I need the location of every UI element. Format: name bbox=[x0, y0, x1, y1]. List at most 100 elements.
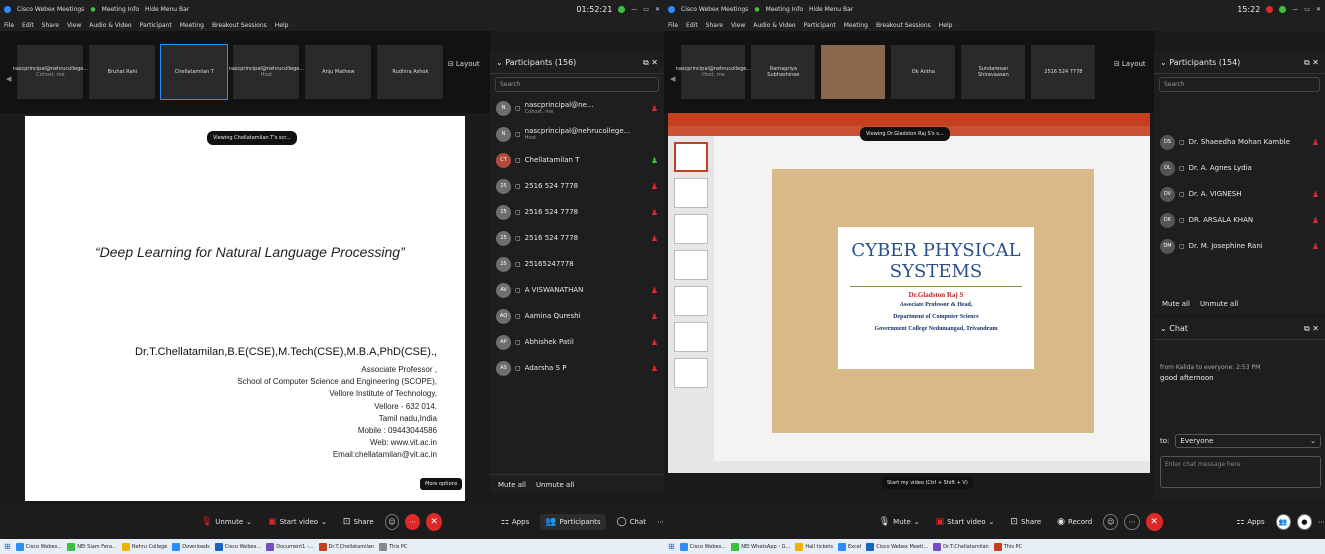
taskbar-item[interactable]: Cisco Webex Meeti... bbox=[866, 542, 928, 551]
menu-item-help[interactable]: Help bbox=[275, 22, 289, 29]
record-button[interactable]: ◉ Record bbox=[1052, 514, 1097, 530]
share-button[interactable]: ⊡ Share bbox=[1005, 514, 1046, 530]
slide-thumbnail[interactable] bbox=[674, 142, 708, 172]
participant-row[interactable]: AS ▢ Adarsha S P ♟ bbox=[490, 355, 664, 381]
video-tile[interactable]: Rudhira Ashok bbox=[377, 45, 444, 99]
video-tile[interactable]: 2516 524 7778 bbox=[1031, 45, 1096, 99]
slide-thumbnail[interactable] bbox=[674, 322, 708, 352]
taskbar-item[interactable]: This PC bbox=[379, 542, 407, 551]
close-panel-icon[interactable]: ✕ bbox=[1312, 324, 1319, 333]
meeting-info-button[interactable]: Meeting Info bbox=[102, 6, 139, 13]
taskbar-item[interactable]: Dr.T.Chellatamilan bbox=[933, 542, 989, 551]
video-tile[interactable] bbox=[821, 45, 886, 99]
mute-all-button[interactable]: Mute all bbox=[1162, 300, 1190, 308]
hide-menu-bar-button[interactable]: Hide Menu Bar bbox=[809, 6, 853, 13]
slide-thumbnail[interactable] bbox=[674, 178, 708, 208]
video-tile[interactable]: Anju Mathew bbox=[305, 45, 372, 99]
chat-icon[interactable]: ● bbox=[1296, 514, 1312, 530]
leave-meeting-button[interactable]: ✕ bbox=[1145, 513, 1163, 531]
slide-thumbnail[interactable] bbox=[674, 286, 708, 316]
layout-button[interactable]: ⊟ Layout bbox=[448, 60, 480, 68]
menu-item-file[interactable]: File bbox=[668, 22, 678, 29]
start-video-button[interactable]: ▣ Start video ⌄ bbox=[263, 514, 332, 530]
minimize-icon[interactable]: — bbox=[1292, 6, 1298, 13]
popout-icon[interactable]: ⧉ bbox=[643, 58, 649, 68]
participants-button[interactable]: 👥 Participants bbox=[540, 514, 606, 530]
participant-row[interactable]: AV ▢ A VISWANATHAN ♟ bbox=[490, 277, 664, 303]
taskbar-item[interactable]: Nehru College bbox=[121, 542, 167, 551]
taskbar-item[interactable]: NEI Siam Fera... bbox=[67, 542, 117, 551]
menu-item-file[interactable]: File bbox=[4, 22, 14, 29]
apps-button[interactable]: ⚏ Apps bbox=[496, 514, 534, 530]
menu-item-edit[interactable]: Edit bbox=[686, 22, 698, 29]
participant-row[interactable]: 25 ▢ 25165247778 bbox=[490, 251, 664, 277]
gallery-prev-icon[interactable]: ◀ bbox=[670, 75, 675, 83]
menu-item-share[interactable]: Share bbox=[42, 22, 59, 29]
participant-row[interactable]: N ▢ nascprincipal@ne... Cohost, me ♟ bbox=[490, 95, 664, 121]
start-video-button[interactable]: ▣ Start video ⌄ bbox=[931, 514, 1000, 530]
leave-meeting-button[interactable]: ✕ bbox=[425, 513, 443, 531]
menu-item-edit[interactable]: Edit bbox=[22, 22, 34, 29]
windows-start-icon[interactable]: ⊞ bbox=[668, 542, 675, 551]
taskbar-item[interactable]: Cisco Webex... bbox=[214, 542, 261, 551]
mute-all-button[interactable]: Mute all bbox=[498, 481, 526, 489]
participant-row[interactable]: DL ▢ Dr. A. Agnes Lydia bbox=[1154, 155, 1325, 181]
video-tile[interactable]: Bruhat Rahi bbox=[89, 45, 156, 99]
mute-button[interactable]: 🎙 Mute ⌄ bbox=[874, 514, 925, 530]
maximize-icon[interactable]: ▭ bbox=[643, 6, 649, 13]
menu-item-meeting[interactable]: Meeting bbox=[180, 22, 204, 29]
video-tile[interactable]: Chellatamilan T bbox=[160, 44, 229, 100]
chevron-down-icon[interactable]: ⌄ bbox=[1160, 324, 1169, 333]
chat-recipient-select[interactable]: Everyone ⌄ bbox=[1175, 434, 1321, 448]
menu-item-view[interactable]: View bbox=[67, 22, 81, 29]
taskbar-item[interactable]: NEI WhatsApp - G... bbox=[731, 542, 790, 551]
taskbar-item[interactable]: Excel bbox=[837, 542, 861, 551]
layout-button[interactable]: ⊟ Layout bbox=[1114, 60, 1146, 68]
participant-row[interactable]: DM ▢ Dr. M. Josephine Rani ♟ bbox=[1154, 233, 1325, 259]
participant-row[interactable]: 25 ▢ 2516 524 7778 ♟ bbox=[490, 225, 664, 251]
menu-item-share[interactable]: Share bbox=[706, 22, 723, 29]
gallery-prev-icon[interactable]: ◀ bbox=[6, 75, 11, 83]
share-button[interactable]: ⊡ Share bbox=[338, 514, 379, 530]
close-panel-icon[interactable]: ✕ bbox=[1312, 58, 1319, 67]
popout-icon[interactable]: ⧉ bbox=[1304, 324, 1310, 334]
participant-row[interactable]: N ▢ nascprincipal@nehrucollege... Host bbox=[490, 121, 664, 147]
participant-row[interactable]: CT ▢ Chellatamilan T ♟ bbox=[490, 147, 664, 173]
reactions-icon[interactable]: ☺ bbox=[384, 514, 400, 530]
slide-thumbnail[interactable] bbox=[674, 250, 708, 280]
chevron-down-icon[interactable]: ⌄ bbox=[496, 58, 505, 67]
maximize-icon[interactable]: ▭ bbox=[1304, 6, 1310, 13]
participant-row[interactable]: AP ▢ Abhishek Patil ♟ bbox=[490, 329, 664, 355]
video-tile[interactable]: nascprincipal@nehrucollege... Host bbox=[229, 45, 304, 99]
taskbar-item[interactable]: Downloads bbox=[172, 542, 210, 551]
video-tile[interactable]: nascprincipal@nehrucollege... Cohost, me bbox=[13, 45, 88, 99]
taskbar-item[interactable]: This PC bbox=[993, 542, 1022, 551]
menu-item-breakout-sessions[interactable]: Breakout Sessions bbox=[212, 22, 267, 29]
participant-row[interactable]: 25 ▢ 2516 524 7778 ♟ bbox=[490, 199, 664, 225]
menu-item-audio-video[interactable]: Audio & Video bbox=[89, 22, 131, 29]
unmute-all-button[interactable]: Unmute all bbox=[536, 481, 574, 489]
menu-item-participant[interactable]: Participant bbox=[804, 22, 836, 29]
more-menu-icon[interactable]: ⋯ bbox=[1318, 518, 1325, 526]
participant-row[interactable]: DV ▢ Dr. A. VIGNESH ♟ bbox=[1154, 181, 1325, 207]
taskbar-item[interactable]: Dr.T.Chellatamilan bbox=[318, 542, 374, 551]
menu-item-breakout-sessions[interactable]: Breakout Sessions bbox=[876, 22, 931, 29]
unmute-all-button[interactable]: Unmute all bbox=[1200, 300, 1238, 308]
participant-row[interactable]: AQ ▢ Aamina Qureshi ♟ bbox=[490, 303, 664, 329]
participants-search-input[interactable]: Search bbox=[495, 77, 659, 92]
apps-button[interactable]: ⚏ Apps bbox=[1231, 514, 1269, 530]
close-icon[interactable]: ✕ bbox=[1316, 6, 1321, 13]
unmute-button[interactable]: 🎙 Unmute ⌄ bbox=[196, 514, 257, 530]
slide-thumbnail[interactable] bbox=[674, 214, 708, 244]
chat-message-input[interactable]: Enter chat message here bbox=[1160, 456, 1321, 488]
taskbar-item[interactable]: Document1 -... bbox=[266, 542, 314, 551]
video-tile[interactable]: Sundaresan Shiravaasan bbox=[961, 45, 1026, 99]
menu-item-help[interactable]: Help bbox=[939, 22, 953, 29]
taskbar-item[interactable]: Hall tickets bbox=[795, 542, 833, 551]
taskbar-item[interactable]: Cisco Webex... bbox=[15, 542, 62, 551]
menu-item-meeting[interactable]: Meeting bbox=[844, 22, 868, 29]
chevron-down-icon[interactable]: ⌄ bbox=[1160, 58, 1169, 67]
video-tile[interactable]: Ramapriya Subhashinee bbox=[751, 45, 816, 99]
popout-icon[interactable]: ⧉ bbox=[1304, 58, 1310, 68]
close-icon[interactable]: ✕ bbox=[655, 6, 660, 13]
